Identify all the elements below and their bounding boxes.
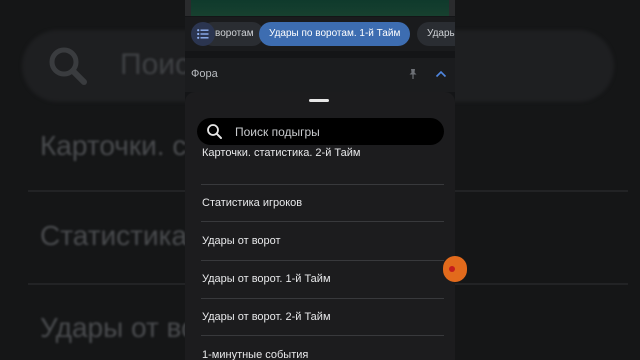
header-edge-left	[185, 0, 191, 16]
background-row: Статистика	[40, 220, 188, 251]
record-dot-icon	[449, 266, 455, 272]
subgame-item-label: Карточки. статистика. 2-й Тайм	[202, 147, 361, 159]
tab-market-3[interactable]: Удары	[417, 22, 455, 46]
list-icon	[197, 29, 209, 39]
phone-screen: воротам Удары по воротам. 1-й Тайм Удары…	[185, 0, 455, 360]
subgame-bottom-sheet: Карточки. статистика. 2-й Тайм Статистик…	[185, 92, 455, 360]
match-header-strip	[185, 0, 455, 16]
subgame-search-bar[interactable]	[197, 118, 444, 145]
list-menu-button[interactable]	[191, 22, 215, 46]
market-header[interactable]: Фора	[185, 58, 455, 92]
sheet-drag-handle[interactable]	[309, 99, 329, 102]
subgame-item-label: 1-минутные события	[202, 349, 309, 360]
pin-icon[interactable]	[407, 68, 419, 80]
background-search-text: Поис	[120, 48, 191, 81]
search-icon	[207, 124, 222, 139]
subgame-list-item[interactable]: 1-минутные события	[201, 337, 444, 360]
subgame-list-item[interactable]: Удары от ворот. 1-й Тайм	[201, 261, 444, 299]
tab-market-active[interactable]: Удары по воротам. 1-й Тайм	[259, 22, 411, 46]
header-edge-right	[449, 0, 455, 16]
subgame-list-item[interactable]: Удары от ворот. 2-й Тайм	[201, 299, 444, 336]
subgame-list-item[interactable]: Карточки. статистика. 2-й Тайм	[201, 147, 444, 185]
background-row: Удары от во	[40, 312, 197, 343]
subgame-search-input[interactable]	[235, 123, 435, 140]
background-row: Карточки. с	[40, 130, 187, 161]
market-tabs-bar: воротам Удары по воротам. 1-й Тайм Удары	[185, 17, 455, 51]
market-title: Фора	[191, 68, 218, 80]
floating-action-button[interactable]	[443, 256, 467, 282]
background-search-icon	[49, 47, 87, 85]
subgame-item-label: Удары от ворот. 2-й Тайм	[202, 311, 331, 323]
subgame-item-label: Удары от ворот	[202, 235, 281, 247]
chevron-up-icon[interactable]	[435, 69, 447, 79]
subgame-list-item[interactable]: Удары от ворот	[201, 223, 444, 261]
subgame-list-item[interactable]: Статистика игроков	[201, 185, 444, 222]
subgame-item-label: Статистика игроков	[202, 197, 303, 209]
subgame-item-label: Удары от ворот. 1-й Тайм	[202, 273, 331, 285]
